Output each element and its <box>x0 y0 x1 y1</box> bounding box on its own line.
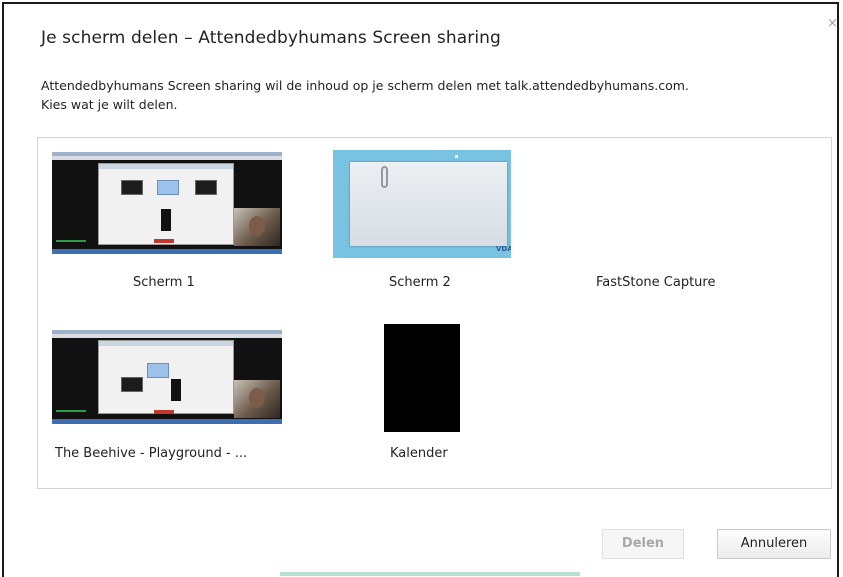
source-picker-panel: Scherm 1 VDAB Scherm 2 FastStone Capture… <box>37 137 832 489</box>
webcam-preview <box>234 380 280 418</box>
source-thumbnail-kalender[interactable] <box>384 324 460 432</box>
mini-thumb <box>171 379 181 401</box>
source-thumbnail-screen-2[interactable]: VDAB <box>333 150 511 258</box>
nested-dialog-window <box>98 163 234 245</box>
vdab-logo: VDAB <box>496 245 511 253</box>
source-thumbnail-beehive[interactable] <box>52 330 282 424</box>
source-label-beehive: The Beehive - Playground - ... <box>55 446 248 461</box>
toolbar <box>52 334 282 338</box>
desktop-dot <box>455 155 458 158</box>
cancel-button[interactable]: Annuleren <box>717 529 831 559</box>
share-button[interactable]: Delen <box>602 529 684 559</box>
source-label-screen-1: Scherm 1 <box>133 275 195 290</box>
dialog-description: Attendedbyhumans Screen sharing wil de i… <box>41 76 831 114</box>
description-line-1: Attendedbyhumans Screen sharing wil de i… <box>41 78 689 93</box>
mini-thumb <box>121 377 143 392</box>
status-line <box>56 240 86 242</box>
mini-thumb <box>195 180 217 195</box>
window-titlebar <box>99 164 233 169</box>
webcam-preview <box>234 208 280 246</box>
window-titlebar <box>99 341 233 346</box>
dialog-title: Je scherm delen – Attendedbyhumans Scree… <box>41 28 501 48</box>
mini-thumb <box>161 209 171 231</box>
source-label-kalender: Kalender <box>390 446 448 461</box>
background-strip <box>280 572 580 576</box>
mini-thumb <box>121 180 143 195</box>
toolbar <box>52 156 282 160</box>
source-label-screen-2: Scherm 2 <box>389 275 451 290</box>
taskbar-bottom <box>52 249 282 254</box>
red-button <box>154 239 174 243</box>
red-button <box>154 410 174 414</box>
description-line-2: Kies wat je wilt delen. <box>41 97 178 112</box>
desktop-note: VDAB <box>350 162 511 253</box>
status-line <box>56 410 86 412</box>
mini-thumb <box>157 180 179 195</box>
source-thumbnail-screen-1[interactable] <box>52 152 282 254</box>
paperclip-icon <box>381 166 388 188</box>
mini-thumb <box>147 363 169 378</box>
source-label-faststone-capture[interactable]: FastStone Capture <box>596 275 715 290</box>
taskbar-bottom <box>52 419 282 424</box>
nested-dialog-window <box>98 340 234 414</box>
close-icon[interactable]: × <box>827 16 838 31</box>
